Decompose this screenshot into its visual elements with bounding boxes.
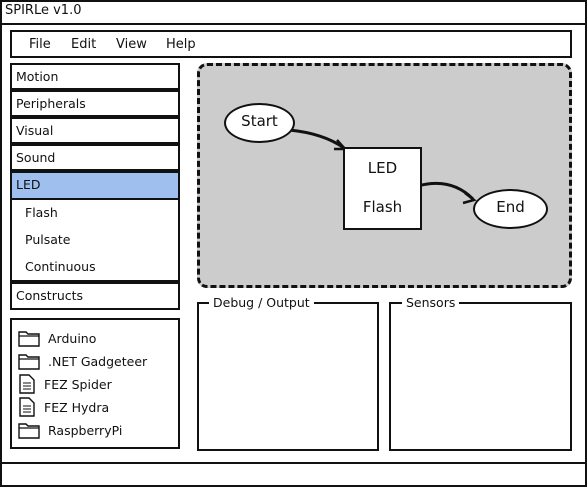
tree-item-dotnet-gadgeteer[interactable]: .NET Gadgeteer bbox=[18, 351, 147, 371]
menu-view[interactable]: View bbox=[116, 37, 147, 52]
debug-output-panel[interactable] bbox=[197, 302, 379, 451]
tree-item-label: .NET Gadgeteer bbox=[48, 353, 148, 369]
folder-icon bbox=[18, 331, 40, 347]
led-flash-block[interactable]: LED Flash bbox=[343, 147, 422, 230]
document-icon bbox=[19, 397, 35, 417]
block-continuous[interactable]: Continuous bbox=[25, 259, 96, 274]
tree-item-arduino[interactable]: Arduino bbox=[18, 328, 96, 348]
led-group: LED Flash Pulsate Continuous bbox=[10, 171, 180, 282]
tree-item-label: FEZ Spider bbox=[44, 376, 112, 392]
start-node[interactable]: Start bbox=[224, 103, 295, 143]
tree-item-fez-hydra[interactable]: FEZ Hydra bbox=[18, 397, 109, 417]
category-led[interactable]: LED bbox=[12, 173, 178, 200]
sensors-label: Sensors bbox=[402, 295, 460, 310]
window-title: SPIRLe v1.0 bbox=[5, 3, 82, 18]
menu-bar: File Edit View Help bbox=[10, 30, 572, 58]
tree-item-raspberrypi[interactable]: RaspberryPi bbox=[18, 420, 122, 440]
document-icon bbox=[19, 374, 35, 394]
menu-file[interactable]: File bbox=[29, 37, 51, 52]
tree-item-fez-spider[interactable]: FEZ Spider bbox=[18, 374, 112, 394]
block-pulsate[interactable]: Pulsate bbox=[25, 232, 70, 247]
title-bar-divider bbox=[0, 23, 587, 25]
tree-item-label: RaspberryPi bbox=[48, 422, 123, 438]
debug-output-label: Debug / Output bbox=[209, 295, 314, 310]
category-visual[interactable]: Visual bbox=[10, 117, 180, 144]
project-tree: Arduino .NET Gadgeteer FEZ Spider FEZ Hy… bbox=[10, 318, 180, 449]
end-node[interactable]: End bbox=[473, 189, 548, 229]
category-constructs[interactable]: Constructs bbox=[10, 282, 180, 310]
block-flash[interactable]: Flash bbox=[25, 205, 58, 220]
category-sound[interactable]: Sound bbox=[10, 144, 180, 171]
folder-icon bbox=[18, 354, 40, 370]
category-peripherals[interactable]: Peripherals bbox=[10, 90, 180, 117]
tree-item-label: Arduino bbox=[48, 330, 97, 346]
folder-icon bbox=[18, 423, 40, 439]
menu-edit[interactable]: Edit bbox=[71, 37, 96, 52]
category-motion[interactable]: Motion bbox=[10, 63, 180, 90]
menu-help[interactable]: Help bbox=[166, 37, 196, 52]
sensors-panel[interactable] bbox=[389, 302, 572, 451]
tree-item-label: FEZ Hydra bbox=[44, 399, 110, 415]
block-action: Flash bbox=[362, 198, 403, 216]
block-title: LED bbox=[367, 159, 398, 177]
program-canvas[interactable]: Start LED Flash End bbox=[197, 63, 572, 288]
status-bar bbox=[2, 462, 585, 464]
